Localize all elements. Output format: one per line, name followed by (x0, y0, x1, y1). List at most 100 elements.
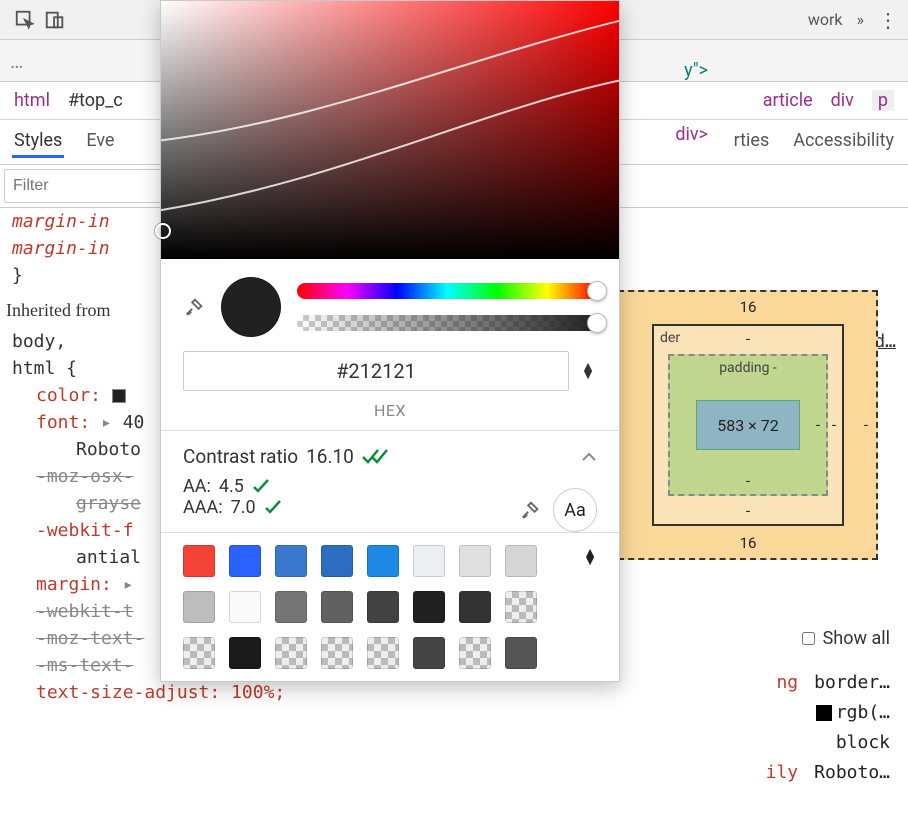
hex-input[interactable] (183, 351, 569, 391)
margin-right[interactable]: - (864, 416, 868, 434)
palette-swatch[interactable] (183, 637, 215, 669)
prop-ms-text[interactable]: -ms-text- (36, 655, 134, 676)
contrast-section: Contrast ratio 16.10 AA: 4.5 AAA: 7.0 (161, 430, 619, 532)
contrast-curves-icon (161, 1, 619, 258)
margin-bottom[interactable]: 16 (740, 534, 757, 552)
computed-section: Show all ngborder… rgb(… block ilyRoboto… (766, 628, 890, 787)
palette-swatch[interactable] (275, 591, 307, 623)
val-antialiased[interactable]: antial (76, 547, 141, 568)
show-all-label[interactable]: Show all (823, 628, 890, 649)
expand-icon[interactable]: ▸ (101, 412, 112, 433)
breadcrumb-html[interactable]: html (14, 90, 50, 111)
prop-webkit-text[interactable]: -webkit-t (36, 601, 134, 622)
format-switch-icon[interactable]: ▲▼ (579, 363, 597, 380)
dom-frag-attr: y"> (684, 60, 708, 81)
palette-swatch[interactable] (413, 637, 445, 669)
show-all-checkbox[interactable] (802, 632, 815, 645)
eyedropper-icon[interactable] (183, 296, 205, 318)
palette-swatch[interactable] (229, 637, 261, 669)
breadcrumb-article[interactable]: article (763, 90, 813, 111)
sv-cursor[interactable] (155, 223, 171, 239)
border-right[interactable]: - (832, 416, 836, 434)
palette-swatch[interactable] (321, 591, 353, 623)
aaa-label: AAA: (183, 497, 223, 518)
tab-accessibility[interactable]: Accessibility (791, 126, 896, 158)
bg-eyedropper-icon[interactable] (519, 499, 541, 521)
padding-label: padding - (719, 360, 777, 376)
palette-swatch[interactable] (505, 637, 537, 669)
tab-styles[interactable]: Styles (12, 126, 64, 158)
palette-swatch[interactable] (229, 591, 261, 623)
box-model-content[interactable]: 583 × 72 (696, 400, 800, 450)
current-color-swatch (221, 277, 281, 337)
breadcrumb-id[interactable]: #top_c (68, 90, 123, 111)
breadcrumb-p[interactable]: p (872, 90, 894, 111)
expand-icon-2[interactable]: ▸ (123, 574, 134, 595)
saturation-value-field[interactable] (161, 1, 619, 259)
padding-right[interactable]: - (816, 416, 820, 434)
palette-swatch[interactable] (367, 545, 399, 577)
tabs-overflow-icon[interactable]: » (857, 10, 865, 29)
alpha-thumb[interactable] (587, 313, 607, 333)
palette-swatch[interactable] (459, 591, 491, 623)
tab-properties-fragment[interactable]: rties (732, 126, 772, 158)
palette-swatch[interactable] (459, 545, 491, 577)
alpha-slider[interactable] (297, 315, 597, 331)
format-label: HEX (161, 401, 619, 430)
tab-events-fragment[interactable]: Eve (84, 126, 116, 158)
palette-swatch[interactable] (275, 545, 307, 577)
palette-swatch[interactable] (413, 545, 445, 577)
aa-label: AA: (183, 476, 211, 497)
color-swatch-icon[interactable] (112, 389, 126, 403)
palette-swatch[interactable] (367, 591, 399, 623)
palette-swatch[interactable] (413, 591, 445, 623)
hue-thumb[interactable] (587, 281, 607, 301)
palette-grid (183, 545, 597, 669)
palette-swatch[interactable] (505, 545, 537, 577)
comp-prop-frag-ng: ng (776, 672, 798, 693)
prop-margin-inline-1[interactable]: margin-in (12, 211, 110, 232)
font-family-value[interactable]: Roboto (76, 439, 141, 460)
palette-switch-icon[interactable]: ▲▼ (583, 549, 597, 566)
palette-swatch[interactable] (505, 591, 537, 623)
box-model: 16 16 - der - - - padding - - - 583 × 72 (618, 290, 878, 560)
prop-color[interactable]: color: (36, 385, 101, 406)
device-toggle-icon[interactable] (40, 5, 70, 35)
palette-swatch[interactable] (321, 545, 353, 577)
prop-margin[interactable]: margin: (36, 574, 112, 595)
tab-network-fragment[interactable]: work (808, 10, 843, 29)
prop-text-size-adjust[interactable]: text-size-adjust: 100%; (36, 682, 285, 703)
prop-margin-inline-2[interactable]: margin-in (12, 238, 110, 259)
palette-swatch[interactable] (275, 637, 307, 669)
prop-moz-text[interactable]: -moz-text- (36, 628, 144, 649)
border-top[interactable]: - (746, 330, 750, 348)
selector-html[interactable]: html { (12, 358, 77, 379)
selector-body[interactable]: body, (12, 331, 66, 352)
palette-swatch[interactable] (229, 545, 261, 577)
padding-bottom[interactable]: - (746, 472, 750, 490)
border-bottom[interactable]: - (746, 502, 750, 520)
prop-font[interactable]: font: (36, 412, 90, 433)
content-dimensions: 583 × 72 (717, 416, 778, 435)
comp-prop-frag-ily: ily (766, 762, 799, 783)
contrast-sample-badge[interactable]: Aa (553, 488, 597, 532)
palette-swatch[interactable] (183, 545, 215, 577)
comp-display: block (836, 732, 890, 753)
palette-swatch[interactable] (367, 637, 399, 669)
dom-frag-tag: div> (675, 124, 708, 145)
collapse-icon[interactable] (581, 449, 597, 465)
font-value[interactable]: 40 (123, 412, 145, 433)
inspect-element-icon[interactable] (10, 5, 40, 35)
prop-webkit-font[interactable]: -webkit-f (36, 520, 134, 541)
palette-swatch[interactable] (459, 637, 491, 669)
filter-input[interactable] (4, 169, 164, 203)
prop-moz-osx[interactable]: -moz-osx- (36, 466, 134, 487)
val-grayscale[interactable]: grayse (76, 493, 141, 514)
palette-swatch[interactable] (183, 591, 215, 623)
menu-icon[interactable]: ⋮ (878, 8, 898, 32)
margin-top[interactable]: 16 (740, 298, 757, 316)
hue-slider[interactable] (297, 283, 597, 299)
breadcrumb-div[interactable]: div (831, 90, 854, 111)
palette-swatch[interactable] (321, 637, 353, 669)
contrast-ratio-value: 16.10 (306, 445, 354, 468)
